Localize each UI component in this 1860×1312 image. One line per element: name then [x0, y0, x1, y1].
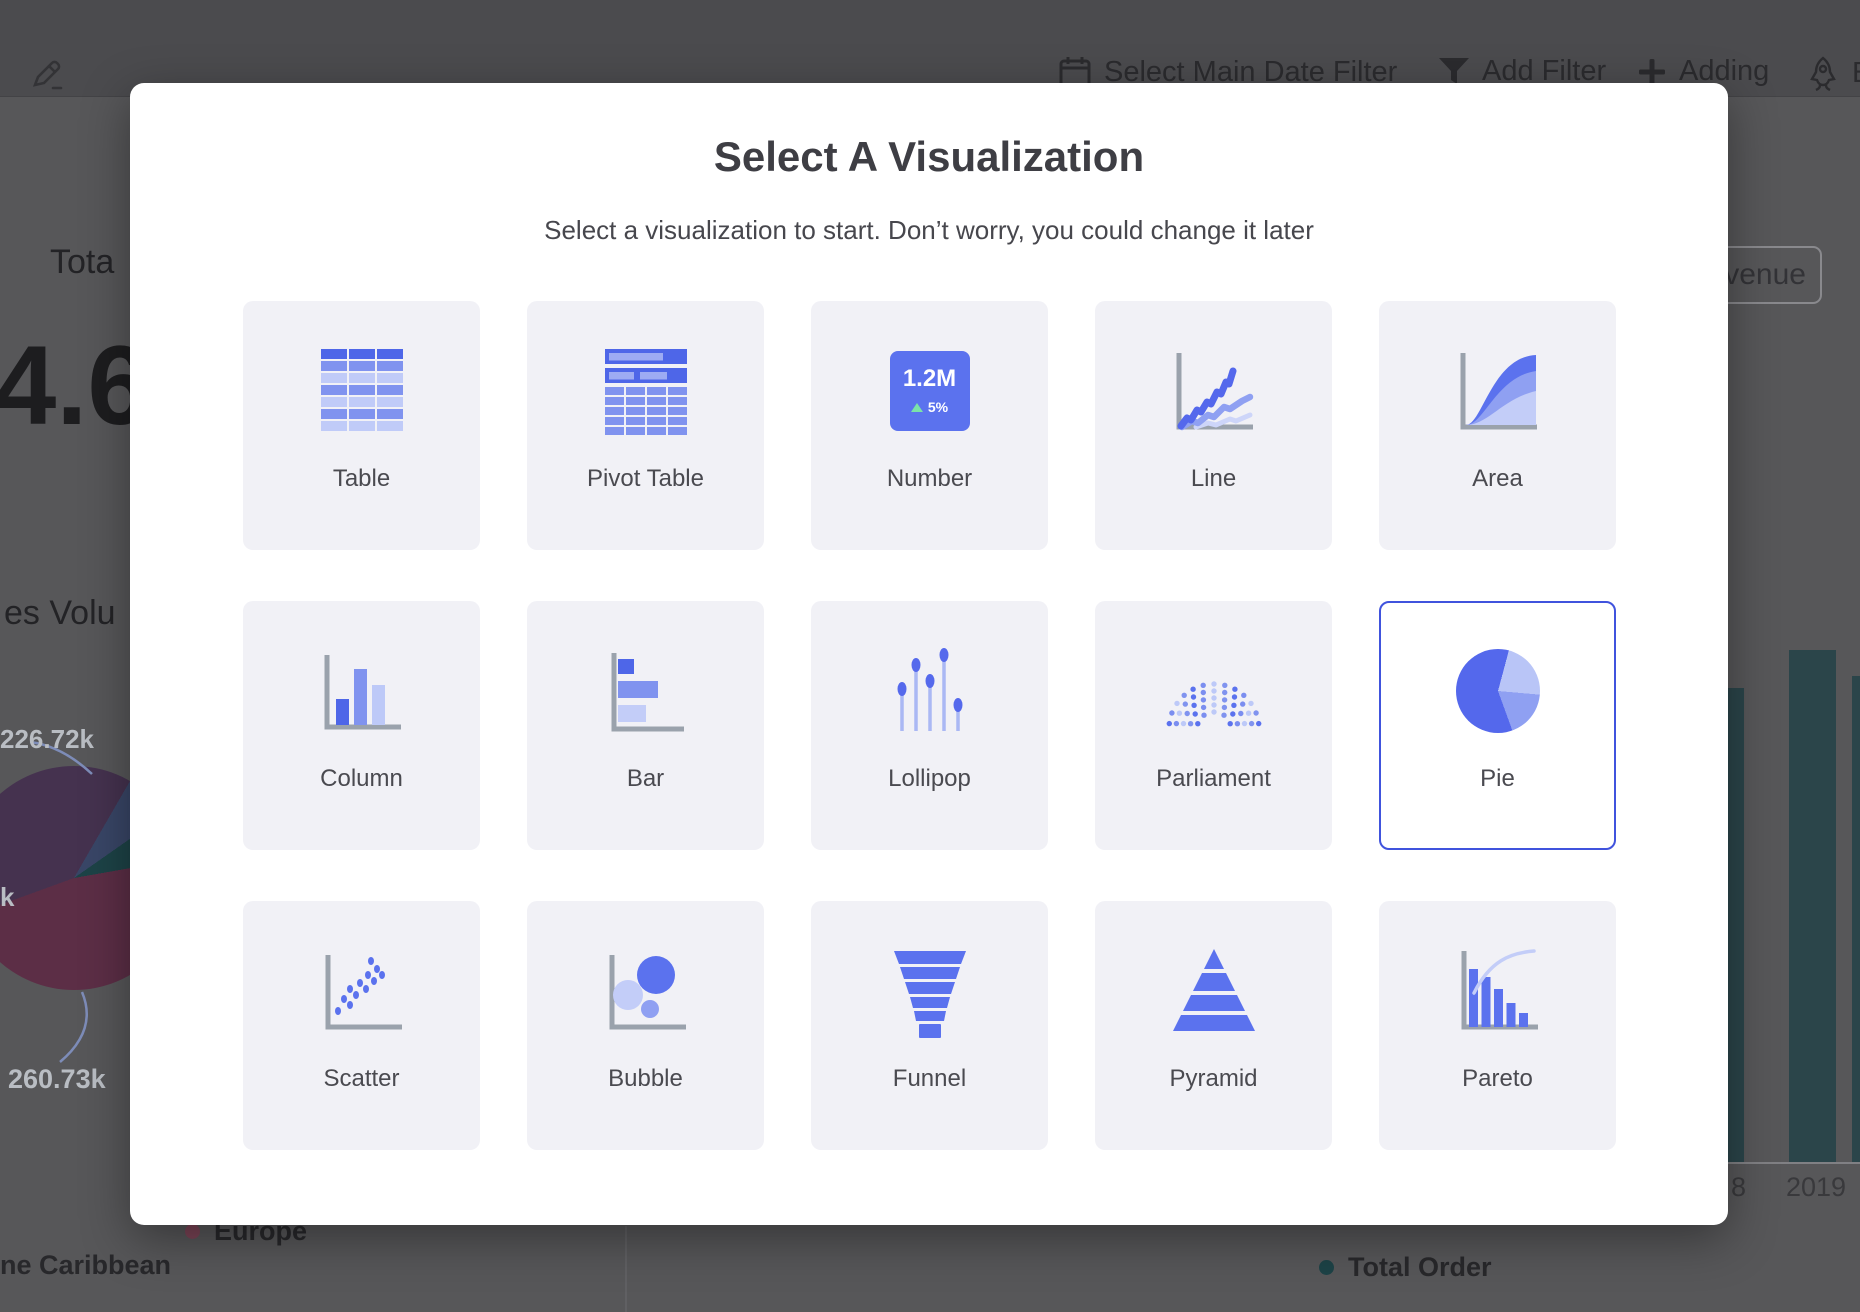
tile-table[interactable]: Table — [243, 301, 480, 550]
funnel-chart-icon — [882, 943, 978, 1039]
delta-up-icon — [911, 403, 923, 412]
parliament-chart-icon — [1166, 643, 1262, 739]
pareto-chart-icon — [1450, 943, 1546, 1039]
scatter-chart-icon — [314, 943, 410, 1039]
tile-parliament[interactable]: Parliament — [1095, 601, 1332, 850]
line-chart-icon — [1166, 343, 1262, 439]
tile-line-label: Line — [1191, 465, 1236, 493]
lollipop-chart-icon — [882, 643, 978, 739]
tile-pie[interactable]: Pie — [1379, 601, 1616, 850]
select-visualization-modal: Select A Visualization Select a visualiz… — [130, 83, 1728, 1225]
tile-scatter-label: Scatter — [323, 1065, 399, 1093]
area-chart-icon — [1450, 343, 1546, 439]
screen: Select Main Date Filter Add Filter Addin… — [0, 0, 1860, 1312]
column-chart-icon — [314, 643, 410, 739]
tile-bar[interactable]: Bar — [527, 601, 764, 850]
tile-lollipop[interactable]: Lollipop — [811, 601, 1048, 850]
pie-chart-icon — [1456, 649, 1540, 733]
tile-column[interactable]: Column — [243, 601, 480, 850]
tile-number[interactable]: 1.2M 5% Number — [811, 301, 1048, 550]
modal-subtitle: Select a visualization to start. Don’t w… — [130, 215, 1728, 246]
pivot-table-icon — [598, 343, 694, 439]
tile-funnel-label: Funnel — [893, 1065, 966, 1093]
tile-pivot-table-label: Pivot Table — [587, 465, 704, 493]
visualization-grid: Table Pivot Table — [243, 301, 1616, 1150]
tile-pivot-table[interactable]: Pivot Table — [527, 301, 764, 550]
tile-column-label: Column — [320, 765, 403, 793]
bubble-chart-icon — [598, 943, 694, 1039]
tile-bubble-label: Bubble — [608, 1065, 683, 1093]
tile-pareto-label: Pareto — [1462, 1065, 1533, 1093]
number-icon-delta: 5% — [928, 399, 948, 415]
tile-lollipop-label: Lollipop — [888, 765, 971, 793]
number-icon-value: 1.2M — [903, 367, 956, 391]
tile-scatter[interactable]: Scatter — [243, 901, 480, 1150]
tile-pyramid-label: Pyramid — [1169, 1065, 1257, 1093]
modal-title: Select A Visualization — [130, 133, 1728, 181]
number-icon: 1.2M 5% — [890, 351, 970, 431]
tile-pareto[interactable]: Pareto — [1379, 901, 1616, 1150]
tile-area[interactable]: Area — [1379, 301, 1616, 550]
tile-area-label: Area — [1472, 465, 1523, 493]
tile-funnel[interactable]: Funnel — [811, 901, 1048, 1150]
bar-chart-icon — [598, 643, 694, 739]
tile-line[interactable]: Line — [1095, 301, 1332, 550]
tile-table-label: Table — [333, 465, 390, 493]
tile-bar-label: Bar — [627, 765, 664, 793]
tile-pyramid[interactable]: Pyramid — [1095, 901, 1332, 1150]
pyramid-chart-icon — [1166, 943, 1262, 1039]
tile-number-label: Number — [887, 465, 972, 493]
tile-parliament-label: Parliament — [1156, 765, 1271, 793]
tile-pie-label: Pie — [1480, 765, 1515, 793]
tile-bubble[interactable]: Bubble — [527, 901, 764, 1150]
table-icon — [314, 343, 410, 439]
